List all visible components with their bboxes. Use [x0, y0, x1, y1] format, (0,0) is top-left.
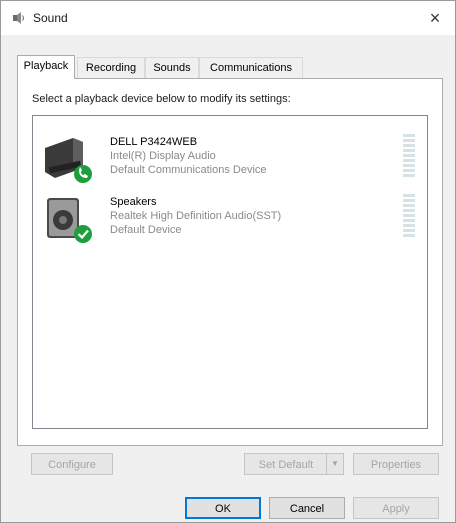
playback-panel: Select a playback device below to modify…	[17, 78, 443, 446]
device-list[interactable]: DELL P3424WEB Intel(R) Display Audio Def…	[32, 115, 428, 429]
sound-speaker-icon	[13, 12, 24, 24]
set-default-label: Set Default	[258, 459, 314, 471]
chevron-down-icon[interactable]: ▼	[326, 454, 343, 474]
device-driver: Realtek High Definition Audio(SST)	[110, 210, 282, 222]
tab-sounds[interactable]: Sounds	[145, 57, 199, 78]
properties-button[interactable]: Properties	[353, 453, 439, 475]
volume-level-meter	[403, 194, 415, 240]
instruction-text: Select a playback device below to modify…	[32, 93, 291, 105]
speaker-icon	[47, 198, 92, 243]
device-name: Speakers	[110, 196, 157, 208]
volume-level-meter	[403, 134, 415, 180]
cancel-button[interactable]: Cancel	[269, 497, 345, 519]
device-speakers[interactable]: Speakers Realtek High Definition Audio(S…	[33, 184, 425, 246]
ok-button[interactable]: OK	[185, 497, 261, 519]
sound-dialog: Sound × Playback Recording Sounds Commun…	[0, 0, 456, 523]
device-status: Default Communications Device	[110, 164, 267, 176]
device-dell-monitor[interactable]: DELL P3424WEB Intel(R) Display Audio Def…	[33, 124, 425, 186]
device-name: DELL P3424WEB	[110, 136, 198, 148]
window-title: Sound	[33, 11, 68, 25]
tab-communications[interactable]: Communications	[199, 57, 303, 78]
configure-button[interactable]: Configure	[31, 453, 113, 475]
tab-recording[interactable]: Recording	[77, 57, 145, 78]
device-driver: Intel(R) Display Audio	[110, 150, 216, 162]
phone-badge-icon	[74, 165, 92, 183]
tab-playback[interactable]: Playback	[17, 55, 75, 79]
monitor-speaker-icon	[45, 138, 92, 183]
device-status: Default Device	[110, 224, 182, 236]
title-bar[interactable]: Sound ×	[1, 1, 455, 35]
set-default-button[interactable]: Set Default ▼	[244, 453, 344, 475]
close-button[interactable]: ×	[415, 1, 455, 35]
apply-button[interactable]: Apply	[353, 497, 439, 519]
checkmark-badge-icon	[74, 225, 92, 243]
